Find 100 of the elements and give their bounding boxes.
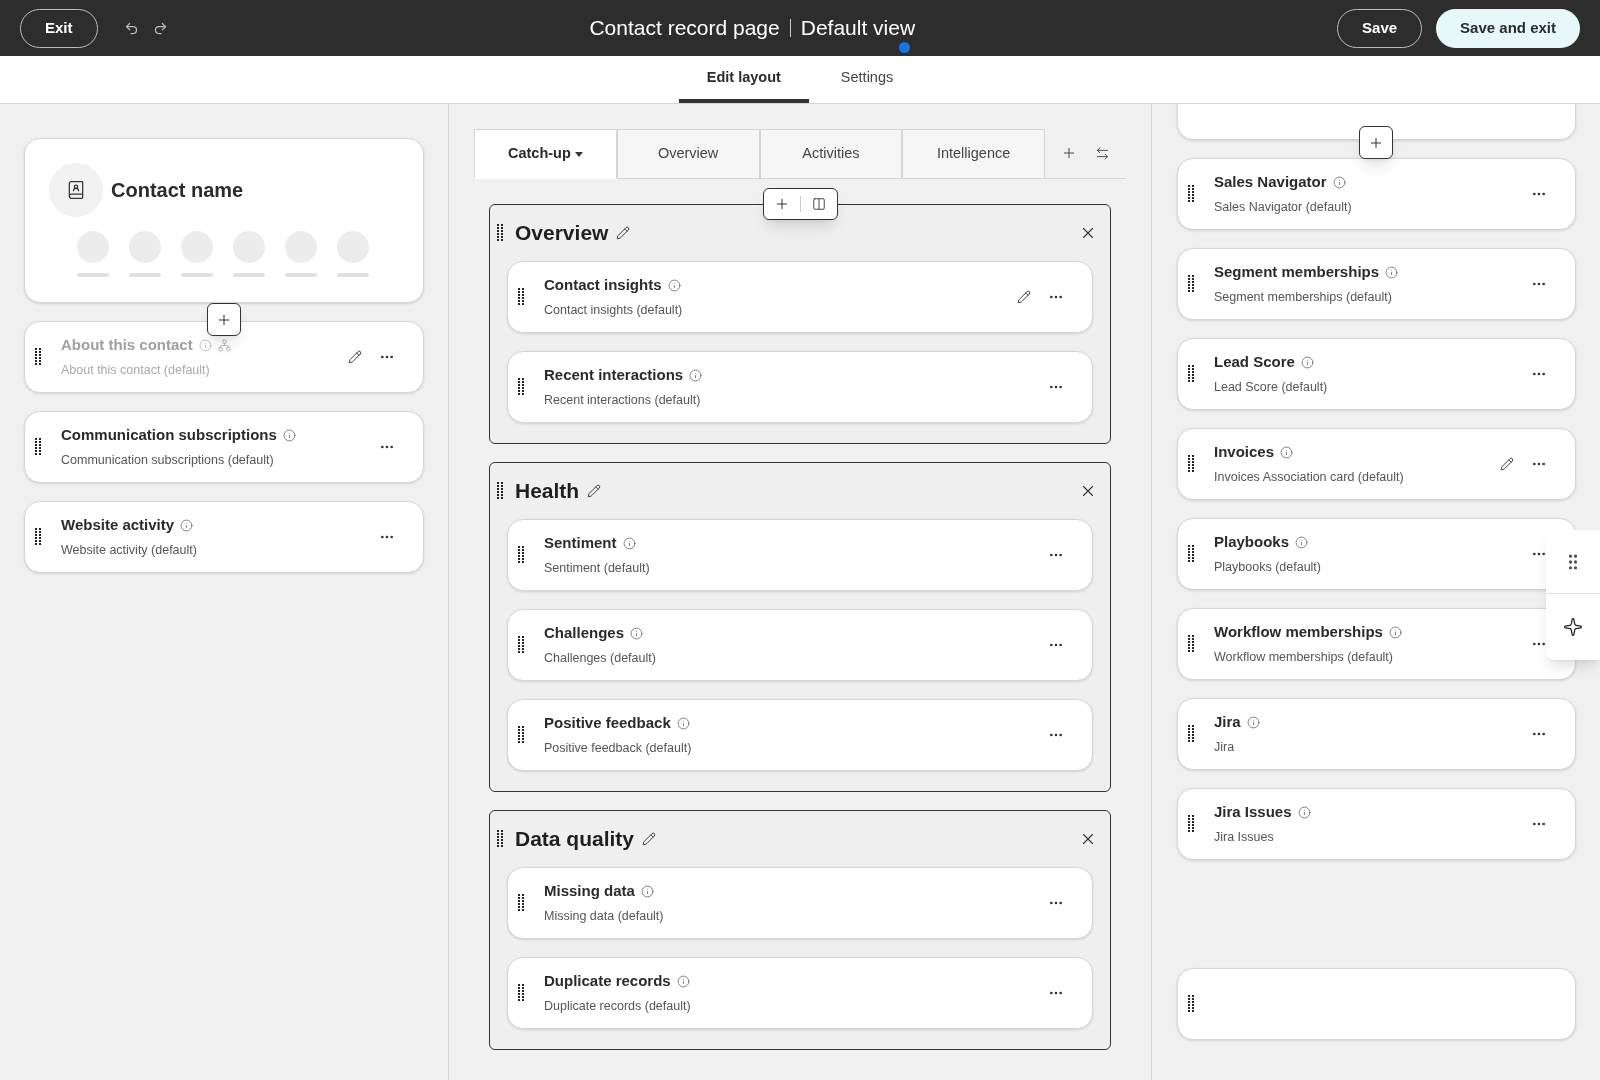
tab[interactable]: Settings — [812, 56, 922, 103]
drag-handle-icon[interactable] — [1188, 365, 1194, 383]
drag-handle-icon[interactable] — [518, 726, 524, 744]
pencil-icon[interactable] — [587, 484, 602, 498]
card-title: Contact insights — [544, 275, 662, 296]
card-title: Recent interactions — [544, 365, 684, 386]
drag-handle-icon[interactable] — [518, 546, 524, 564]
info-icon[interactable] — [180, 519, 194, 533]
plus-icon — [774, 196, 790, 212]
card-title: Lead Score — [1214, 352, 1295, 373]
section-title: Data quality — [515, 826, 635, 853]
info-icon[interactable] — [667, 279, 681, 293]
card-subtitle: Sentiment (default) — [544, 559, 651, 577]
card-subtitle: Missing data (default) — [544, 907, 665, 925]
pencil-icon — [1500, 457, 1514, 471]
card-title: Workflow memberships — [1214, 622, 1383, 643]
card-title: Website activity — [61, 515, 175, 536]
add-card-button[interactable] — [207, 303, 241, 336]
card-subtitle: Invoices Association card (default) — [1214, 468, 1405, 486]
save-and-exit-button[interactable]: Save and exit — [1436, 8, 1580, 48]
drag-handle-icon[interactable] — [497, 482, 503, 500]
info-icon[interactable] — [640, 885, 654, 899]
action-placeholder-drawing — [181, 231, 213, 277]
drag-handle-icon[interactable] — [518, 288, 524, 306]
card-title: Duplicate records — [544, 971, 671, 992]
card-title: Segment memberships — [1214, 262, 1380, 283]
pencil-icon[interactable] — [616, 226, 631, 240]
info-icon[interactable] — [1295, 536, 1309, 550]
record-tab[interactable]: Intelligence — [902, 129, 1045, 179]
drag-handle-icon[interactable] — [1188, 815, 1194, 833]
info-icon[interactable] — [1246, 716, 1260, 730]
drag-handle-icon[interactable] — [497, 830, 503, 848]
card-title: Challenges — [544, 623, 625, 644]
drag-handle-icon[interactable] — [497, 224, 503, 242]
card-title: Jira — [1214, 712, 1241, 733]
card-subtitle: Communication subscriptions (default) — [61, 451, 275, 469]
record-tab[interactable]: Activities — [759, 129, 903, 179]
record-tab[interactable]: Overview — [616, 129, 760, 179]
info-icon[interactable] — [282, 429, 296, 443]
info-icon[interactable] — [1297, 806, 1311, 820]
card-title: Playbooks — [1214, 532, 1290, 553]
drag-handle-icon[interactable] — [518, 894, 524, 912]
redo-icon[interactable] — [152, 20, 168, 36]
card-subtitle: Sales Navigator (default) — [1214, 198, 1353, 216]
add-card-button[interactable] — [1359, 126, 1393, 159]
pencil-icon — [1017, 290, 1031, 304]
view-name[interactable]: Default view — [800, 12, 916, 44]
info-icon[interactable] — [676, 717, 690, 731]
card-subtitle: Positive feedback (default) — [544, 739, 693, 757]
info-icon[interactable] — [1385, 266, 1399, 280]
info-icon[interactable] — [1300, 356, 1314, 370]
card-title: About this contact — [61, 335, 193, 356]
undo-icon[interactable] — [123, 20, 139, 36]
action-placeholder-drawing — [233, 231, 265, 277]
card-subtitle: Segment memberships (default) — [1214, 288, 1393, 306]
pencil-icon[interactable] — [642, 832, 657, 846]
drag-handle-icon[interactable] — [1188, 275, 1194, 293]
page-title: Contact record page — [589, 15, 780, 42]
info-icon[interactable] — [1332, 176, 1346, 190]
drag-handle-icon[interactable] — [1188, 185, 1194, 203]
caret-icon — [574, 151, 583, 157]
card-subtitle: Recent interactions (default) — [544, 391, 702, 409]
action-placeholder-drawing — [129, 231, 161, 277]
info-icon[interactable] — [1280, 446, 1294, 460]
drag-handle-icon[interactable] — [518, 378, 524, 396]
card-subtitle: Contact insights (default) — [544, 301, 684, 319]
drag-handle-icon[interactable] — [35, 348, 41, 366]
drag-handle-icon[interactable] — [1188, 545, 1194, 563]
info-icon[interactable] — [689, 369, 703, 383]
pencil-icon — [348, 350, 362, 364]
card-subtitle: Playbooks (default) — [1214, 558, 1322, 576]
drag-handle-icon[interactable] — [1188, 455, 1194, 473]
sparkle-icon — [1563, 617, 1583, 637]
reorder-tabs-icon[interactable] — [1095, 145, 1110, 161]
card-subtitle: Jira — [1214, 738, 1236, 756]
drag-handle-icon[interactable] — [518, 636, 524, 654]
info-icon[interactable] — [1388, 626, 1402, 640]
section-title: Overview — [515, 220, 609, 247]
columns-icon — [812, 197, 826, 211]
card-subtitle: Lead Score (default) — [1214, 378, 1329, 396]
drag-handle-icon[interactable] — [518, 984, 524, 1002]
info-icon[interactable] — [676, 975, 690, 989]
info-icon[interactable] — [630, 627, 644, 641]
card-title: Sales Navigator — [1214, 172, 1327, 193]
drag-handle-icon[interactable] — [35, 438, 41, 456]
drag-handle-icon[interactable] — [1188, 995, 1194, 1013]
info-icon[interactable] — [622, 537, 636, 551]
drag-handle-icon[interactable] — [1188, 635, 1194, 653]
record-tab[interactable]: Catch-up — [474, 129, 617, 179]
drag-handle-icon[interactable] — [35, 528, 41, 546]
card-title: Invoices — [1214, 442, 1275, 463]
card-subtitle: Duplicate records (default) — [544, 997, 692, 1015]
contact-book-icon — [66, 180, 86, 200]
card-title: Missing data — [544, 881, 635, 902]
card-subtitle: Website activity (default) — [61, 541, 198, 559]
drag-handle-icon[interactable] — [1188, 725, 1194, 743]
card-title: Positive feedback — [544, 713, 671, 734]
card-subtitle: Challenges (default) — [544, 649, 657, 667]
tab[interactable]: Edit layout — [678, 56, 809, 103]
action-placeholder-drawing — [285, 231, 317, 277]
